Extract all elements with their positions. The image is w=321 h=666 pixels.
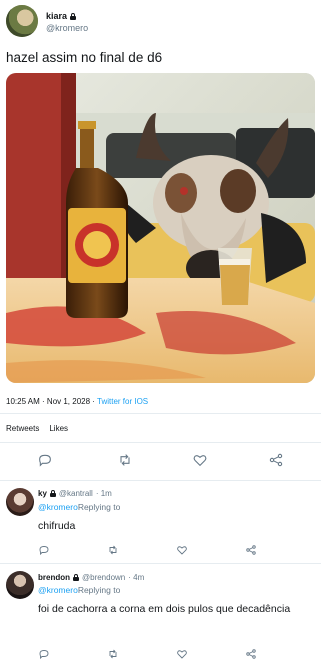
tweet-metadata: 10:25 AM · Nov 1, 2028 · Twitter for IOS: [6, 397, 148, 406]
user-handle[interactable]: @kantrall: [59, 489, 93, 498]
replying-to: @kromeroReplying to: [38, 585, 120, 595]
photo-illustration: [6, 73, 315, 383]
lock-icon: [49, 490, 56, 497]
like-icon[interactable]: [176, 543, 188, 555]
lock-icon: [70, 12, 77, 20]
likes-link[interactable]: Likes: [49, 424, 68, 433]
reply-item[interactable]: brendon @brendown · 4m @kromeroReplying …: [0, 563, 321, 666]
avatar[interactable]: [6, 5, 38, 37]
tweet-photo[interactable]: [6, 73, 315, 383]
tweet-source[interactable]: Twitter for IOS: [97, 397, 148, 406]
reply-icon[interactable]: [38, 647, 50, 660]
user-handle[interactable]: @kromero: [46, 23, 88, 33]
reply-name-row[interactable]: brendon @brendown · 4m: [38, 573, 144, 582]
share-icon[interactable]: [245, 543, 257, 555]
display-name[interactable]: brendon: [38, 573, 70, 582]
reply-icon[interactable]: [37, 452, 53, 468]
tweet-action-bar: [0, 452, 321, 472]
reply-action-bar: [0, 543, 321, 557]
replying-to-label: Replying to: [77, 502, 121, 512]
lock-icon: [73, 574, 79, 581]
avatar[interactable]: [6, 488, 34, 516]
retweet-icon[interactable]: [117, 452, 133, 468]
divider: [0, 413, 321, 414]
tweet-timestamp[interactable]: 10:25 AM · Nov 1, 2028 ·: [6, 397, 97, 406]
mention-link[interactable]: @kromero: [38, 585, 78, 595]
share-icon[interactable]: [245, 647, 257, 659]
reply-item[interactable]: ky @kantrall · 1m @kromeroReplying to ch…: [0, 480, 321, 562]
retweet-icon[interactable]: [107, 647, 119, 659]
reply-time[interactable]: · 4m: [128, 573, 144, 582]
retweets-link[interactable]: Retweets: [6, 424, 39, 433]
display-name[interactable]: ky: [38, 489, 47, 498]
share-icon[interactable]: [268, 452, 284, 468]
retweet-icon[interactable]: [107, 543, 119, 555]
reply-action-bar: [0, 647, 321, 661]
display-name-row[interactable]: kiara: [46, 11, 77, 21]
tweet-stats: Retweets Likes: [6, 424, 68, 433]
like-icon[interactable]: [192, 452, 208, 468]
like-icon[interactable]: [176, 647, 188, 659]
divider: [0, 442, 321, 443]
replying-to: @kromeroReplying to: [38, 502, 120, 512]
user-handle[interactable]: @brendown: [82, 573, 125, 582]
avatar[interactable]: [6, 571, 34, 599]
display-name[interactable]: kiara: [46, 11, 67, 21]
reply-text: chifruda: [38, 520, 76, 532]
reply-name-row[interactable]: ky @kantrall · 1m: [38, 489, 112, 498]
reply-text: foi de cachorra a corna em dois pulos qu…: [38, 603, 291, 615]
reply-icon[interactable]: [38, 543, 50, 556]
replying-to-label: Replying to: [77, 585, 121, 595]
tweet-header: kiara @kromero: [6, 5, 306, 41]
reply-time[interactable]: · 1m: [96, 489, 112, 498]
tweet-text: hazel assim no final de d6: [6, 50, 163, 65]
mention-link[interactable]: @kromero: [38, 502, 78, 512]
